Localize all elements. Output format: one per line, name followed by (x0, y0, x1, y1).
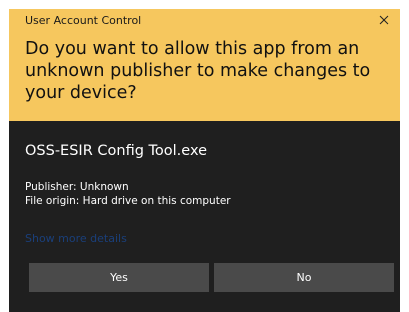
show-more-details-link[interactable]: Show more details (25, 232, 127, 246)
yes-button[interactable]: Yes (29, 263, 209, 292)
file-origin-text: File origin: Hard drive on this computer (25, 195, 231, 207)
prompt-question: Do you want to allow this app from an un… (25, 39, 371, 103)
close-button[interactable] (374, 11, 394, 29)
close-icon (379, 15, 389, 25)
window-title: User Account Control (25, 14, 142, 27)
publisher-text: Publisher: Unknown (25, 181, 129, 193)
app-meta: Publisher: Unknown File origin: Hard dri… (25, 180, 231, 208)
app-name: OSS-ESIR Config Tool.exe (25, 143, 208, 159)
uac-dialog: User Account Control Do you want to allo… (9, 9, 400, 312)
dialog-header: User Account Control Do you want to allo… (9, 9, 400, 121)
no-button[interactable]: No (214, 263, 394, 292)
